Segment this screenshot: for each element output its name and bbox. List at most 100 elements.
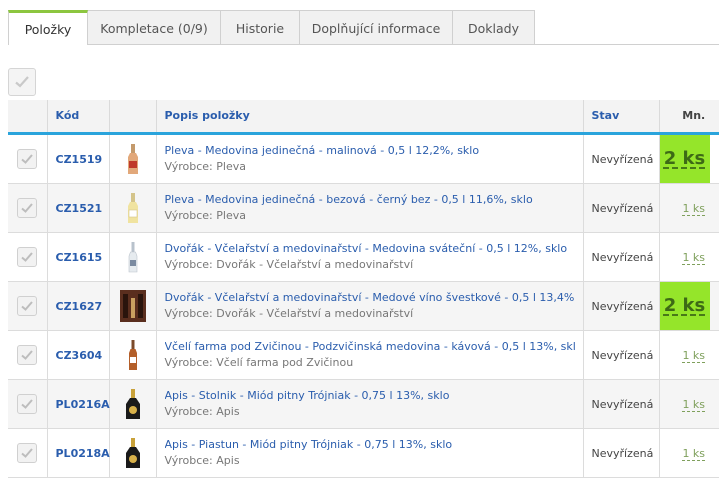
item-status: Nevyřízená — [591, 152, 654, 166]
item-code[interactable]: CZ1615 — [56, 251, 103, 264]
item-description[interactable]: Apis - Piastun - Miód pitny Trójniak - 0… — [165, 437, 575, 453]
item-code[interactable]: CZ1521 — [56, 202, 103, 215]
row-select-cell — [8, 379, 48, 429]
quantity-value[interactable]: 1 ks — [682, 447, 705, 460]
description-cell: Apis - Stolnik - Miód pitny Trójniak - 0… — [156, 379, 584, 429]
item-code[interactable]: CZ1627 — [56, 300, 103, 313]
code-cell: PL0216A — [47, 379, 110, 429]
image-cell — [109, 183, 157, 233]
row-checkbox[interactable] — [17, 442, 37, 463]
item-manufacturer: Výrobce: Pleva — [164, 159, 246, 173]
header-select — [8, 100, 48, 135]
tab-polozky[interactable]: Položky — [8, 10, 88, 45]
quantity-cell: 1 ks — [659, 183, 719, 233]
status-cell: Nevyřízená — [583, 281, 660, 331]
tab-doklady[interactable]: Doklady — [452, 10, 535, 45]
item-description[interactable]: Pleva - Medovina jedinečná - bezová - če… — [165, 192, 575, 208]
row-checkbox[interactable] — [17, 197, 37, 218]
table-row[interactable]: CZ1627 Dvořák - Včelařství a medovinařst… — [8, 281, 719, 331]
checkmark-icon — [15, 76, 29, 88]
table-row[interactable]: PL0218A Apis - Piastun - Miód pitny Trój… — [8, 428, 719, 478]
table-row[interactable]: CZ1521 Pleva - Medovina jedinečná - bezo… — [8, 183, 719, 233]
item-description[interactable]: Pleva - Medovina jedinečná - malinová - … — [165, 143, 575, 159]
row-select-cell — [8, 281, 48, 331]
header-description[interactable]: Popis položky — [156, 100, 584, 135]
row-select-cell — [8, 428, 48, 478]
item-code[interactable]: CZ1519 — [56, 153, 103, 166]
table-row[interactable]: CZ1519 Pleva - Medovina jedinečná - mali… — [8, 133, 719, 184]
product-image[interactable] — [120, 240, 146, 274]
header-status[interactable]: Stav — [583, 100, 660, 135]
code-cell: CZ1615 — [47, 232, 110, 282]
quantity-highlight[interactable]: 2 ks — [659, 281, 710, 330]
image-cell — [109, 330, 157, 380]
checkmark-icon — [21, 202, 33, 213]
item-status: Nevyřízená — [591, 446, 654, 460]
product-image[interactable] — [119, 289, 146, 323]
row-select-cell — [8, 232, 48, 282]
product-image[interactable] — [120, 142, 146, 176]
status-cell: Nevyřízená — [583, 232, 660, 282]
checkmark-icon — [21, 349, 33, 360]
description-cell: Dvořák - Včelařství a medovinařství - Me… — [156, 281, 584, 331]
image-cell — [109, 232, 157, 282]
code-cell: CZ1519 — [47, 133, 110, 184]
description-cell: Dvořák - Včelařství a medovinařství - Me… — [156, 232, 584, 282]
item-manufacturer: Výrobce: Apis — [164, 453, 240, 467]
table-row[interactable]: CZ3604 Včelí farma pod Zvičinou - Podzvi… — [8, 330, 719, 380]
item-description[interactable]: Apis - Stolnik - Miód pitny Trójniak - 0… — [165, 388, 575, 404]
tab-kompletace[interactable]: Kompletace (0/9) — [87, 10, 221, 45]
item-description[interactable]: Dvořák - Včelařství a medovinařství - Me… — [165, 241, 575, 257]
status-cell: Nevyřízená — [583, 379, 660, 429]
table-row[interactable]: CZ1615 Dvořák - Včelařství a medovinařst… — [8, 232, 719, 282]
code-cell: CZ1521 — [47, 183, 110, 233]
tab-doplnujici-informace[interactable]: Doplňující informace — [299, 10, 453, 45]
item-manufacturer: Výrobce: Apis — [164, 404, 240, 418]
description-cell: Apis - Piastun - Miód pitny Trójniak - 0… — [156, 428, 584, 478]
row-checkbox[interactable] — [17, 393, 37, 414]
row-checkbox[interactable] — [17, 246, 37, 267]
item-code[interactable]: PL0216A — [56, 398, 110, 411]
quantity-value[interactable]: 1 ks — [682, 251, 705, 264]
select-all-checkbox[interactable] — [8, 68, 36, 96]
description-cell: Pleva - Medovina jedinečná - malinová - … — [156, 133, 584, 184]
quantity-cell: 1 ks — [659, 232, 719, 282]
table-header-row: Kód Popis položky Stav Mn. — [8, 100, 719, 135]
header-quantity[interactable]: Mn. — [659, 100, 719, 135]
image-cell — [109, 281, 157, 331]
row-checkbox[interactable] — [17, 148, 37, 169]
tabs-divider — [8, 44, 719, 45]
code-cell: CZ1627 — [47, 281, 110, 331]
item-description[interactable]: Včelí farma pod Zvičinou - Podzvičinská … — [165, 339, 575, 355]
quantity-value[interactable]: 1 ks — [682, 398, 705, 411]
quantity-cell: 1 ks — [659, 330, 719, 380]
quantity-value[interactable]: 1 ks — [682, 349, 705, 362]
checkmark-icon — [21, 153, 33, 164]
quantity-highlight[interactable]: 2 ks — [659, 134, 710, 183]
code-cell: PL0218A — [47, 428, 110, 478]
item-manufacturer: Výrobce: Včelí farma pod Zvičinou — [164, 355, 354, 369]
header-image — [109, 100, 157, 135]
product-image[interactable] — [120, 387, 146, 421]
product-image[interactable] — [120, 338, 146, 372]
description-cell: Včelí farma pod Zvičinou - Podzvičinská … — [156, 330, 584, 380]
table-row[interactable]: PL0216A Apis - Stolnik - Miód pitny Trój… — [8, 379, 719, 429]
item-description[interactable]: Dvořák - Včelařství a medovinařství - Me… — [165, 290, 575, 306]
quantity-value[interactable]: 1 ks — [682, 202, 705, 215]
image-cell — [109, 133, 157, 184]
row-checkbox[interactable] — [17, 295, 37, 316]
row-select-cell — [8, 330, 48, 380]
items-table: Kód Popis položky Stav Mn. CZ1519 Pleva … — [8, 100, 719, 478]
header-code[interactable]: Kód — [47, 100, 110, 135]
quantity-cell: 2 ks — [659, 133, 719, 184]
item-code[interactable]: PL0218A — [56, 447, 110, 460]
row-checkbox[interactable] — [17, 344, 37, 365]
image-cell — [109, 379, 157, 429]
product-image[interactable] — [120, 436, 146, 470]
product-image[interactable] — [120, 191, 146, 225]
item-status: Nevyřízená — [591, 348, 654, 362]
item-manufacturer: Výrobce: Pleva — [164, 208, 246, 222]
tab-historie[interactable]: Historie — [220, 10, 300, 45]
checkmark-icon — [21, 251, 33, 262]
item-code[interactable]: CZ3604 — [56, 349, 103, 362]
